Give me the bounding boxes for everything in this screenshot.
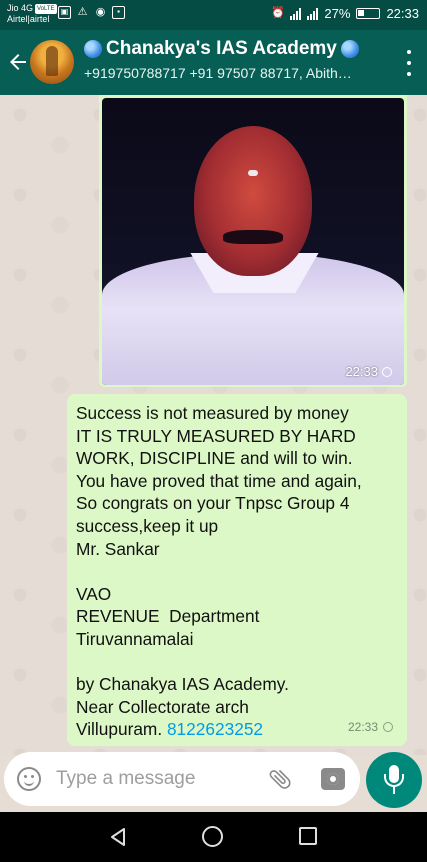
chat-area[interactable]: 22:33 Success is not measured by money I… bbox=[0, 95, 427, 755]
carrier-line2: Airtel|airtel bbox=[7, 13, 50, 24]
avatar[interactable] bbox=[30, 40, 74, 84]
text-message-bubble[interactable]: Success is not measured by money IT IS T… bbox=[67, 394, 407, 746]
sim-icon: ▪ bbox=[112, 6, 125, 19]
carrier-info: Jio 4G VoLTE Airtel|airtel bbox=[7, 3, 57, 24]
battery-percent: 27% bbox=[324, 6, 351, 21]
nav-home-icon[interactable] bbox=[202, 826, 223, 847]
phone-link[interactable]: 8122623252 bbox=[167, 719, 263, 739]
photo-face bbox=[194, 126, 312, 276]
volte-badge: VoLTE bbox=[35, 3, 57, 14]
nav-recents-icon[interactable] bbox=[299, 827, 317, 845]
photo-tilak bbox=[248, 170, 258, 176]
pending-clock-icon bbox=[383, 722, 393, 732]
nav-back-icon[interactable] bbox=[108, 827, 128, 847]
message-body: Success is not measured by money IT IS T… bbox=[76, 403, 362, 740]
warning-icon: ⚠ bbox=[77, 6, 88, 18]
image-message-bubble[interactable]: 22:33 bbox=[99, 95, 407, 387]
chat-info[interactable]: Chanakya's IAS Academy +919750788717 +91… bbox=[84, 38, 384, 81]
message-time: 22:33 bbox=[347, 720, 378, 734]
image-timestamp: 22:33 bbox=[345, 364, 392, 379]
status-bar: Jio 4G VoLTE Airtel|airtel ▣ ⚠ ◉ ▪ ⏰ 27% … bbox=[0, 0, 427, 30]
back-arrow-icon[interactable] bbox=[6, 50, 30, 74]
signal-icon bbox=[307, 7, 319, 20]
globe-icon bbox=[340, 40, 359, 58]
message-meta: 22:33 bbox=[348, 720, 393, 734]
message-text: Success is not measured by money IT IS T… bbox=[76, 402, 397, 741]
carrier-line1: Jio 4G bbox=[7, 3, 34, 13]
camera-icon[interactable] bbox=[321, 768, 345, 790]
pending-clock-icon bbox=[382, 366, 392, 377]
image-time: 22:33 bbox=[345, 364, 378, 379]
globe-icon bbox=[84, 40, 102, 58]
photo-mustache bbox=[223, 230, 283, 244]
status-right: ⏰ 27% 22:33 bbox=[271, 6, 419, 21]
message-input[interactable] bbox=[56, 766, 256, 792]
vpn-icon: ◉ bbox=[95, 6, 106, 18]
attach-icon[interactable] bbox=[267, 766, 293, 792]
chat-title-row: Chanakya's IAS Academy bbox=[84, 38, 384, 60]
message-photo[interactable]: 22:33 bbox=[102, 98, 404, 385]
gallery-icon: ▣ bbox=[58, 6, 71, 19]
message-composer bbox=[4, 752, 360, 806]
system-nav-bar bbox=[0, 812, 427, 862]
emoji-icon[interactable] bbox=[17, 767, 41, 791]
alarm-icon: ⏰ bbox=[271, 7, 286, 19]
chat-header: Chanakya's IAS Academy +919750788717 +91… bbox=[0, 30, 427, 95]
mic-button[interactable] bbox=[366, 752, 422, 808]
clock-time: 22:33 bbox=[386, 6, 419, 21]
battery-icon bbox=[356, 8, 381, 19]
chat-subtitle: +919750788717 +91 97507 88717, Abith… bbox=[84, 65, 352, 81]
chat-title: Chanakya's IAS Academy bbox=[106, 38, 337, 59]
signal-icon bbox=[290, 7, 302, 20]
notification-icons: ▣ ⚠ ◉ ▪ bbox=[58, 6, 125, 19]
more-vert-icon[interactable] bbox=[405, 50, 413, 76]
